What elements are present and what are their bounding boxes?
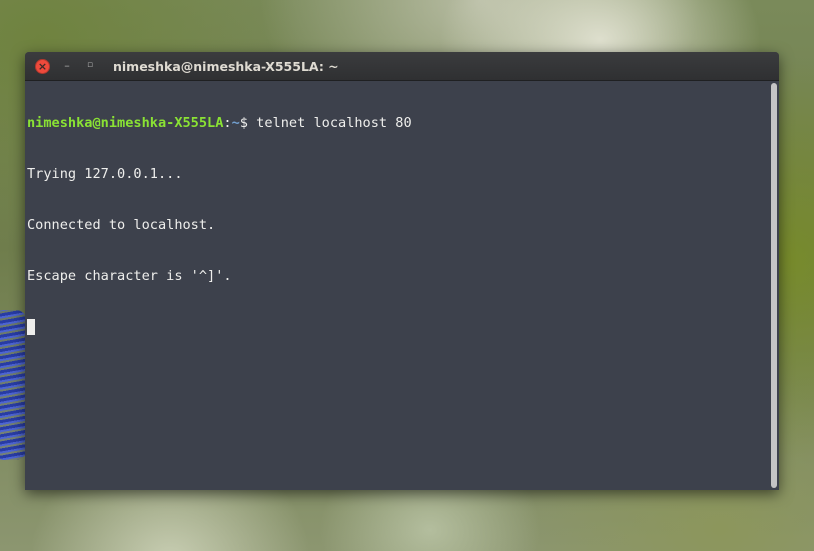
scrollbar[interactable] xyxy=(771,83,777,488)
prompt-user-host: nimeshka@nimeshka-X555LA xyxy=(27,115,224,131)
output-line: Connected to localhost. xyxy=(27,217,216,233)
cursor-line xyxy=(27,319,769,336)
scrollbar-thumb[interactable] xyxy=(771,83,777,488)
maximize-button[interactable]: ▫ xyxy=(84,58,96,73)
prompt-separator: : xyxy=(223,115,232,131)
terminal-output[interactable]: nimeshka@nimeshka-X555LA:~$ telnet local… xyxy=(25,81,769,490)
title-bar[interactable]: × – ▫ nimeshka@nimeshka-X555LA: ~ xyxy=(25,52,779,81)
command-text: telnet localhost 80 xyxy=(247,115,412,131)
output-line: Escape character is '^]'. xyxy=(27,268,232,284)
output-line: Trying 127.0.0.1... xyxy=(27,166,183,182)
text-cursor xyxy=(27,319,35,335)
terminal-window[interactable]: × – ▫ nimeshka@nimeshka-X555LA: ~ nimesh… xyxy=(25,52,779,490)
prompt-line: nimeshka@nimeshka-X555LA:~$ telnet local… xyxy=(27,115,769,132)
prompt-path: ~ xyxy=(231,115,240,131)
window-title: nimeshka@nimeshka-X555LA: ~ xyxy=(113,59,339,74)
minimize-button[interactable]: – xyxy=(61,58,73,73)
prompt-symbol: $ xyxy=(239,115,248,131)
close-button[interactable]: × xyxy=(35,59,50,74)
